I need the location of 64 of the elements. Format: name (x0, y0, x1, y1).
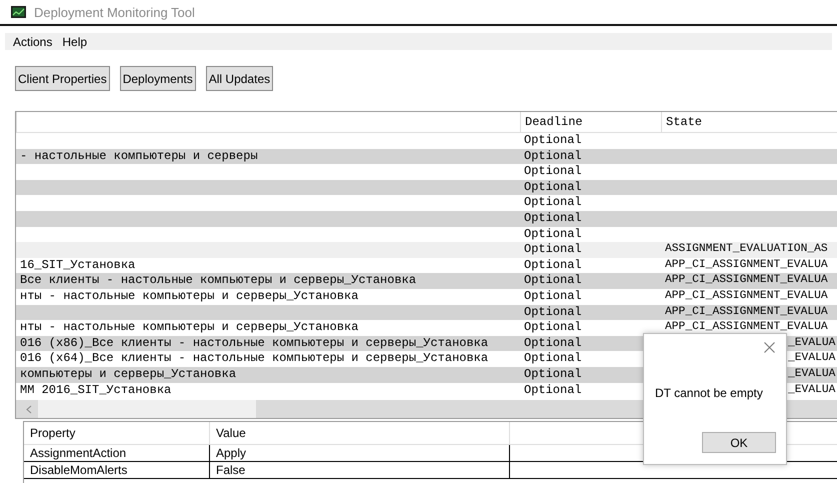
scroll-left-icon[interactable] (26, 404, 32, 414)
table-cell: Optional (524, 210, 582, 225)
property-name: AssignmentAction (24, 445, 210, 461)
app-icon (11, 6, 26, 18)
table-cell: Optional (524, 351, 582, 366)
table-cell: Optional (524, 304, 582, 319)
table-row[interactable]: Optional ASSIGNMENT_EVALUATION_AS (16, 242, 837, 258)
table-cell: _EVALUA (788, 352, 836, 364)
table-cell: Optional (524, 336, 582, 350)
toolbar-button[interactable]: All Updates (206, 66, 274, 91)
property-name: DisableMomAlerts (24, 462, 210, 478)
window-title: Deployment Monitoring Tool (34, 4, 195, 20)
ok-button[interactable]: OK (702, 432, 776, 453)
table-cell: Optional (524, 195, 582, 210)
table-row[interactable]: Optional (16, 180, 837, 196)
table-cell: Optional (524, 242, 582, 256)
toolbar-button[interactable]: Deployments (120, 66, 196, 91)
table-cell: - настольные компьютеры и серверы (20, 148, 258, 163)
toolbar-button[interactable]: Client Properties (15, 66, 110, 91)
table-cell: Optional (524, 288, 582, 303)
property-value[interactable]: False (210, 462, 510, 478)
column-header[interactable]: State (661, 112, 837, 132)
table-cell: Optional (524, 148, 582, 163)
column-header[interactable]: Value (210, 422, 510, 444)
table-cell: Optional (524, 180, 582, 194)
column-header[interactable]: Deadline (520, 112, 661, 132)
table-cell: _EVALUA (788, 368, 836, 380)
table-cell: Optional (524, 133, 582, 147)
table-cell: MM 2016_SIT_Установка (20, 382, 172, 396)
table-cell: _EVALUA (788, 336, 836, 349)
table-cell: Optional (524, 273, 582, 288)
table-cell: _EVALUA (788, 384, 836, 396)
table-cell: Optional (524, 382, 582, 396)
table-cell: Optional (524, 366, 582, 381)
scroll-thumb[interactable] (38, 400, 256, 418)
table-cell: APP_CI_ASSIGNMENT_EVALUA (665, 258, 828, 271)
dialog-message: DT cannot be empty (655, 386, 763, 400)
table-cell: Optional (524, 164, 582, 178)
table-cell: APP_CI_ASSIGNMENT_EVALUA (665, 290, 828, 302)
table-cell: ASSIGNMENT_EVALUATION_AS (665, 243, 828, 256)
table-cell: APP_CI_ASSIGNMENT_EVALUA (665, 306, 828, 318)
table-cell: нты - настольные компьютеры и серверы_Установка (20, 320, 358, 334)
table-row[interactable]: Optional APP_CI_ASSIGNMENT_EVALUA (16, 304, 837, 320)
table-cell: 016 (x64)_Все клиенты - настольные компьютеры и серверы_Установка (20, 351, 488, 366)
table-row[interactable]: 16_SIT_Установка Optional APP_CI_ASSIGNMENT_EVALUA (16, 258, 837, 274)
table-row[interactable]: Optional (16, 226, 837, 242)
menu-item[interactable]: Actions (9, 34, 56, 48)
table-cell: 016 (x86)_Все клиенты - настольные компьютеры и серверы_Установка (20, 336, 488, 350)
table-row[interactable]: Optional (16, 210, 837, 227)
table-cell: Optional (524, 226, 582, 241)
table-cell: Optional (524, 258, 582, 272)
property-value[interactable]: Apply (210, 445, 510, 461)
table-cell: APP_CI_ASSIGNMENT_EVALUA (665, 321, 828, 334)
table-row[interactable]: Все клиенты - настольные компьютеры и серверы_Установка Optional APP_CI_ASSIGNMENT_EVALUA (16, 273, 837, 289)
table-cell: 16_SIT_Установка (20, 258, 136, 272)
table-cell: Optional (524, 320, 582, 334)
table-row[interactable]: - настольные компьютеры и серверы Optional (16, 148, 837, 164)
table-cell: APP_CI_ASSIGNMENT_EVALUA (665, 274, 828, 286)
menu-item[interactable]: Help (58, 34, 92, 48)
table-cell: Все клиенты - настольные компьютеры и серверы_Установка (20, 273, 416, 288)
column-header[interactable]: Property (24, 422, 210, 444)
table-cell: нты - настольные компьютеры и серверы_Установка (20, 288, 358, 303)
close-icon[interactable] (764, 342, 775, 353)
table-cell: компьютеры и серверы_Установка (20, 366, 236, 381)
